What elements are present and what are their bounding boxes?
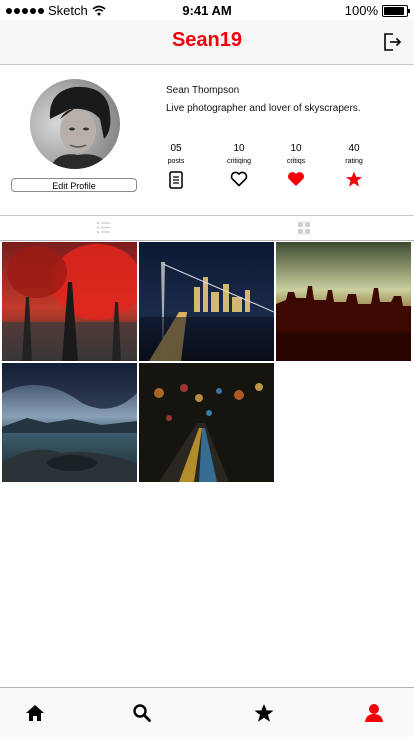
- profile-header: Edit Profile Sean Thompson Live photogra…: [0, 65, 414, 216]
- star-icon: [346, 171, 362, 187]
- rainy-street-bokeh-photo[interactable]: [139, 363, 274, 482]
- heart-outline-icon: [230, 171, 248, 187]
- battery-fill: [384, 6, 404, 15]
- document-icon: [169, 171, 183, 189]
- navigation-bar: Sean19: [0, 20, 414, 65]
- stat-critiqs[interactable]: 10 critiqs: [276, 143, 316, 191]
- avatar[interactable]: [30, 79, 120, 169]
- profile-name: Sean Thompson: [166, 85, 240, 96]
- grid-view-icon[interactable]: [298, 222, 310, 234]
- star-icon[interactable]: [253, 702, 275, 724]
- profile-icon[interactable]: [363, 702, 385, 724]
- stat-posts[interactable]: 05 posts: [156, 143, 196, 191]
- home-icon[interactable]: [24, 702, 46, 724]
- stat-rating[interactable]: 40 rating: [334, 143, 374, 191]
- view-toggle: [0, 216, 414, 241]
- city-skyline-sunset-photo[interactable]: [276, 242, 411, 361]
- red-forest-photo[interactable]: [2, 242, 137, 361]
- battery-status: 100%: [344, 3, 410, 18]
- status-bar: Sketch 9:41 AM 100%: [0, 0, 414, 20]
- stat-critiqing-label: critiqing: [226, 158, 252, 165]
- stat-posts-label: posts: [167, 158, 185, 165]
- tab-bar: [0, 687, 414, 737]
- stat-rating-label: rating: [345, 158, 363, 165]
- list-view-icon[interactable]: [97, 222, 110, 233]
- avatar-photo: [30, 79, 120, 169]
- battery-percent: 100%: [344, 3, 378, 18]
- lake-mountains-storm-photo[interactable]: [2, 363, 137, 482]
- battery-icon: [382, 4, 410, 17]
- heart-filled-icon: [288, 172, 304, 186]
- search-icon[interactable]: [131, 702, 153, 724]
- stat-critiqs-value: 10: [290, 143, 302, 154]
- stat-rating-value: 40: [348, 143, 360, 154]
- logout-icon[interactable]: [382, 32, 402, 52]
- stat-critiqing[interactable]: 10 critiqing: [219, 143, 259, 191]
- stat-critiqs-label: critiqs: [286, 158, 306, 165]
- page-title: Sean19: [171, 29, 243, 51]
- edit-profile-button[interactable]: Edit Profile: [11, 178, 137, 192]
- stat-critiqing-value: 10: [233, 143, 245, 154]
- profile-bio: Live photographer and lover of skyscrape…: [166, 103, 361, 114]
- bridge-night-city-photo[interactable]: [139, 242, 274, 361]
- stat-posts-value: 05: [170, 143, 182, 154]
